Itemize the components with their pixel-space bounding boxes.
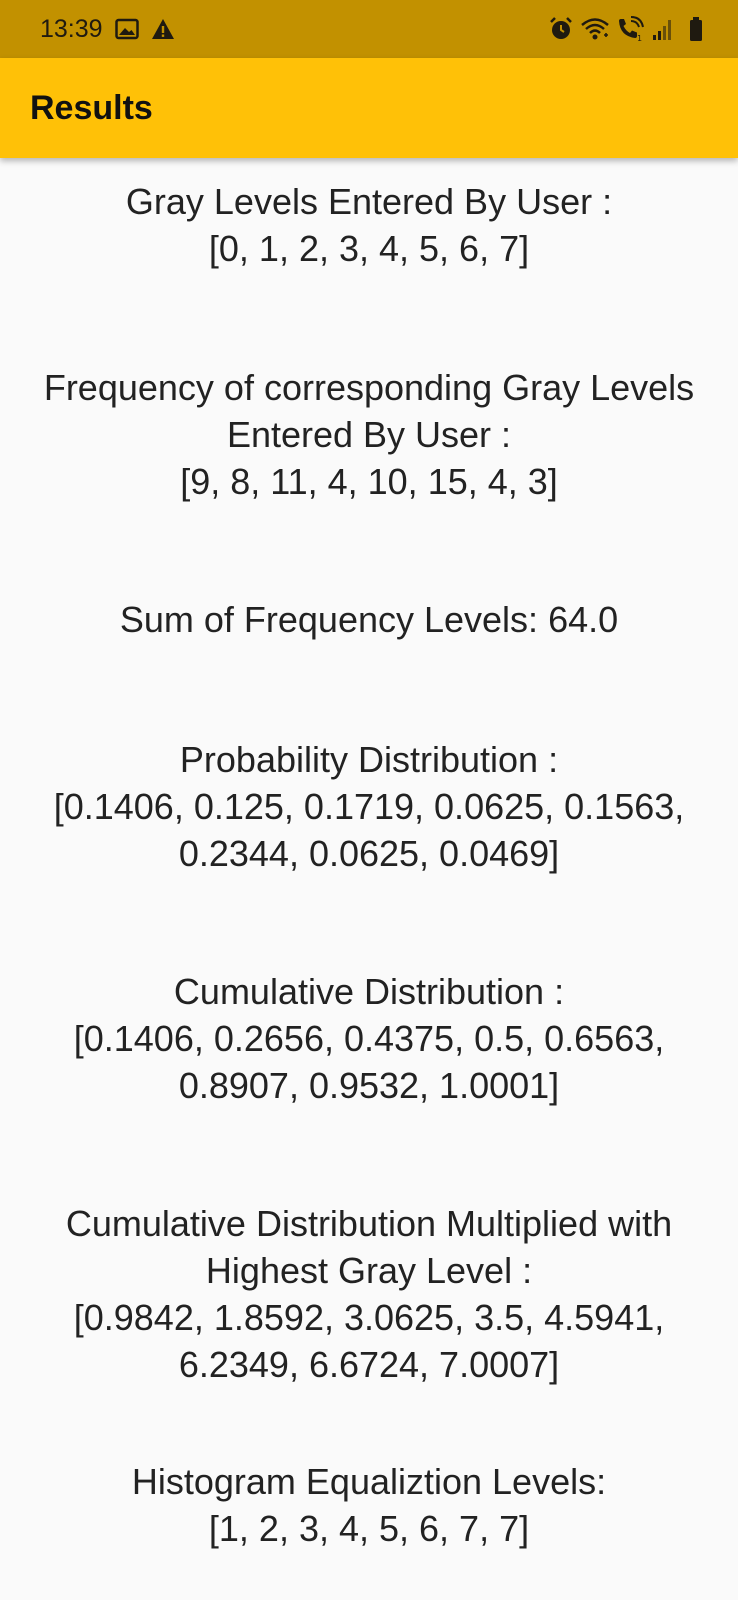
- sum-text: Sum of Frequency Levels: 64.0: [119, 599, 619, 640]
- warning-icon: [151, 18, 175, 40]
- status-time: 13:39: [40, 14, 103, 43]
- cumulative-value-line1: [0.1406, 0.2656, 0.4375, 0.5, 0.6563,: [73, 1018, 665, 1059]
- multiplied-label-line2: Highest Gray Level :: [205, 1250, 533, 1291]
- probability-section: Probability Distribution : [0.1406, 0.12…: [0, 736, 738, 877]
- frequency-section: Frequency of corresponding Gray Levels E…: [0, 364, 738, 505]
- wifi-calling-icon: 1: [616, 16, 646, 42]
- gray-levels-label: Gray Levels Entered By User :: [125, 181, 613, 222]
- frequency-label-line1: Frequency of corresponding Gray Levels: [43, 367, 695, 408]
- frequency-label-line2: Entered By User :: [226, 414, 512, 455]
- battery-icon: [688, 16, 704, 42]
- cumulative-value-line2: 0.8907, 0.9532, 1.0001]: [178, 1065, 560, 1106]
- sum-section: Sum of Frequency Levels: 64.0: [0, 596, 738, 643]
- equalization-label: Histogram Equaliztion Levels:: [131, 1461, 607, 1502]
- multiplied-section: Cumulative Distribution Multiplied with …: [0, 1200, 738, 1388]
- gray-levels-value: [0, 1, 2, 3, 4, 5, 6, 7]: [208, 228, 530, 269]
- status-right: 1: [548, 16, 704, 42]
- app-bar: Results: [0, 58, 738, 158]
- probability-label: Probability Distribution :: [179, 739, 559, 780]
- page-title: Results: [30, 88, 153, 127]
- wifi-icon: [580, 16, 610, 42]
- status-bar: 13:39 1: [0, 0, 738, 58]
- alarm-icon: [548, 16, 574, 42]
- multiplied-label-line1: Cumulative Distribution Multiplied with: [65, 1203, 673, 1244]
- signal-icon: [652, 17, 674, 41]
- probability-value-line1: [0.1406, 0.125, 0.1719, 0.0625, 0.1563,: [53, 786, 685, 827]
- cumulative-section: Cumulative Distribution : [0.1406, 0.265…: [0, 968, 738, 1109]
- probability-value-line2: 0.2344, 0.0625, 0.0469]: [178, 833, 560, 874]
- svg-text:1: 1: [637, 34, 642, 42]
- equalization-value: [1, 2, 3, 4, 5, 6, 7, 7]: [208, 1508, 530, 1549]
- multiplied-value-line2: 6.2349, 6.6724, 7.0007]: [178, 1344, 560, 1385]
- status-left: 13:39: [40, 15, 175, 44]
- multiplied-value-line1: [0.9842, 1.8592, 3.0625, 3.5, 4.5941,: [73, 1297, 665, 1338]
- image-icon: [114, 18, 139, 40]
- cumulative-label: Cumulative Distribution :: [173, 971, 565, 1012]
- gray-levels-section: Gray Levels Entered By User : [0, 1, 2, …: [0, 178, 738, 272]
- frequency-value: [9, 8, 11, 4, 10, 15, 4, 3]: [180, 461, 558, 502]
- equalization-section: Histogram Equaliztion Levels: [1, 2, 3, …: [0, 1458, 738, 1552]
